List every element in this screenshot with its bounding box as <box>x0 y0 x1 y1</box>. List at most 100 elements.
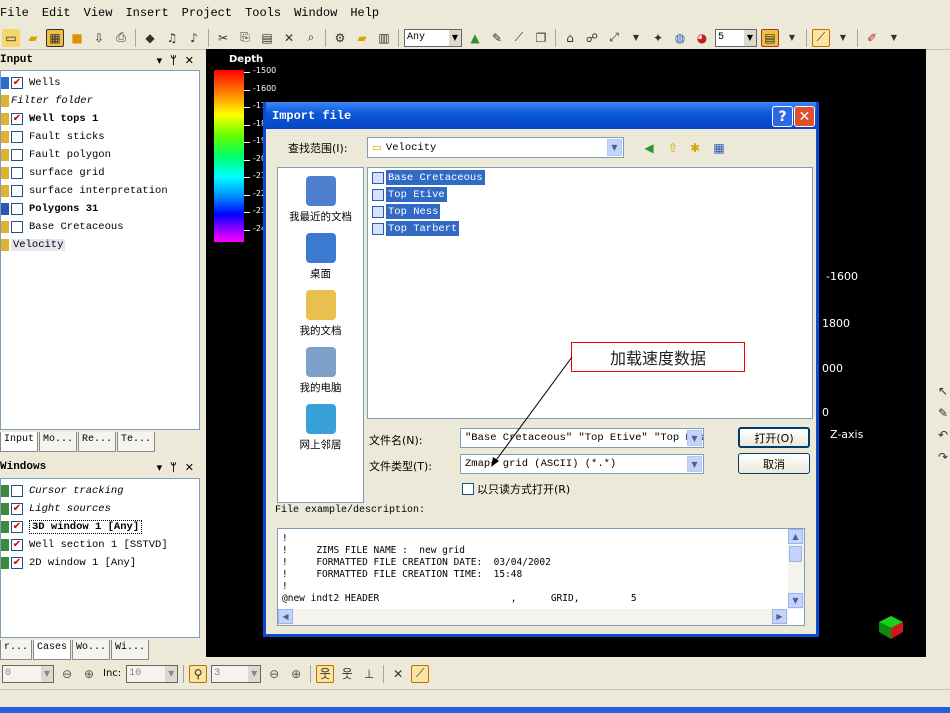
panel-tab[interactable]: Cases <box>33 640 72 660</box>
panel-tab[interactable]: Te... <box>117 432 156 452</box>
window-item[interactable]: ✔ 2D window 1 [Any] <box>1 554 136 571</box>
step-field[interactable]: 3 ▼ <box>211 664 262 683</box>
window-item[interactable]: ✔ 3D window 1 [Any] <box>1 518 143 535</box>
tree-item[interactable]: ✔ Well tops 1 <box>1 110 98 127</box>
file-list[interactable]: Base Cretaceous Top Etive Top Ness Top Tarb… <box>367 167 813 419</box>
open-button[interactable]: 打开(O) <box>738 427 810 448</box>
visibility-checkbox[interactable]: ✔ <box>11 112 23 125</box>
new-folder-icon[interactable]: ✱ <box>686 139 704 157</box>
panel-tab[interactable]: Mo... <box>39 432 78 452</box>
scroll-left-icon[interactable]: ◀ <box>278 609 293 624</box>
panel-tab[interactable]: Wi... <box>111 640 150 660</box>
place-item[interactable]: 我的电脑 <box>278 347 363 395</box>
close-icon[interactable]: ✕ <box>794 106 815 127</box>
readonly-checkbox[interactable] <box>462 483 474 495</box>
filetype-select[interactable]: Zmap+ grid (ASCII) (*.*) ▼ <box>460 454 704 474</box>
sound-icon[interactable]: ♫ <box>163 29 181 47</box>
import-icon[interactable]: ⇩ <box>90 29 108 47</box>
up-folder-icon[interactable]: ⇧ <box>664 139 682 157</box>
close-icon[interactable]: ✕ <box>185 54 194 67</box>
axis-icon[interactable]: ⤢ <box>605 29 623 47</box>
person2-icon[interactable]: 웃 <box>338 665 356 683</box>
copy-icon[interactable]: ⎘ <box>236 29 254 47</box>
tree-item[interactable]: Base Cretaceous <box>1 218 124 235</box>
pin-icon[interactable]: ᛘ <box>170 54 177 67</box>
visibility-checkbox[interactable] <box>11 166 23 179</box>
domain-select[interactable]: Any ▼ <box>404 28 462 47</box>
visibility-checkbox[interactable] <box>11 184 23 197</box>
visibility-checkbox[interactable] <box>11 130 23 143</box>
menu-window[interactable]: Window <box>294 6 337 20</box>
visibility-checkbox[interactable]: ✔ <box>11 76 23 89</box>
visibility-checkbox[interactable]: ✔ <box>11 520 23 533</box>
menu-tools[interactable]: Tools <box>245 6 281 20</box>
person-icon[interactable]: 웃 <box>316 664 335 683</box>
view-menu-icon[interactable]: ▦ <box>710 139 728 157</box>
window-item[interactable]: ✔ Light sources <box>1 500 111 517</box>
file-item[interactable]: Top Tarbert <box>372 221 460 236</box>
cancel-button[interactable]: 取消 <box>738 453 810 474</box>
measure-icon[interactable]: ⊥ <box>360 665 378 683</box>
place-item[interactable]: 桌面 <box>278 233 363 281</box>
walk-icon[interactable]: ⚲ <box>189 664 208 683</box>
scroll-thumb[interactable] <box>789 546 802 562</box>
plot-icon[interactable]: ⟋ <box>411 664 430 683</box>
table-icon[interactable]: ▥ <box>375 29 393 47</box>
panel-tab[interactable]: Wo... <box>72 640 111 660</box>
menu-file[interactable]: File <box>0 6 29 20</box>
horizontal-scrollbar[interactable]: ◀ ▶ <box>278 609 788 625</box>
edit-icon[interactable]: ✎ <box>488 29 506 47</box>
window-item[interactable]: ✔ Well section 1 [SSTVD] <box>1 536 168 553</box>
home-icon[interactable]: ⌂ <box>561 29 579 47</box>
place-item[interactable]: 我最近的文档 <box>278 176 363 224</box>
select-icon[interactable]: ↖ <box>934 382 950 400</box>
menu-edit[interactable]: Edit <box>42 6 71 20</box>
plus-icon[interactable]: ⊕ <box>80 665 98 683</box>
filename-input[interactable]: "Base Cretaceous" "Top Etive" "Top Ness"… <box>460 428 704 448</box>
tools-icon[interactable]: ✕ <box>389 665 407 683</box>
tree-item[interactable]: ✔ Wells <box>1 74 61 91</box>
dropdown-icon[interactable]: ▾ <box>157 461 163 474</box>
chevron-down-icon[interactable]: ▼ <box>783 29 801 47</box>
count-select[interactable]: 5 ▼ <box>715 28 757 47</box>
delete-icon[interactable]: ✕ <box>280 29 298 47</box>
pin-icon[interactable]: ᛘ <box>170 461 177 474</box>
find-icon[interactable]: ⌕ <box>302 29 320 47</box>
visibility-checkbox[interactable] <box>11 202 23 215</box>
menu-insert[interactable]: Insert <box>125 6 168 20</box>
open-icon[interactable]: ▦ <box>46 28 64 47</box>
tree-item[interactable]: Fault polygon <box>1 146 111 163</box>
file-item[interactable]: Top Etive <box>372 187 447 202</box>
tree-item[interactable]: surface interpretation <box>1 182 168 199</box>
scroll-down-icon[interactable]: ▼ <box>788 593 803 608</box>
minus-icon[interactable]: ⊖ <box>265 665 283 683</box>
close-icon[interactable]: ✕ <box>185 461 194 474</box>
frame-field[interactable]: 0 ▼ <box>2 664 54 683</box>
print-icon[interactable]: ⎙ <box>112 29 130 47</box>
menu-view[interactable]: View <box>84 6 113 20</box>
scroll-up-icon[interactable]: ▲ <box>788 529 803 544</box>
settings-icon[interactable]: ⚙ <box>331 29 349 47</box>
chevron-down-icon[interactable]: ▼ <box>834 29 852 47</box>
cut-icon[interactable]: ✂ <box>214 29 232 47</box>
minus-icon[interactable]: ⊖ <box>58 665 76 683</box>
tree-item[interactable]: Polygons 31 <box>1 200 98 217</box>
dropdown-icon[interactable]: ▾ <box>157 54 163 67</box>
new-project-icon[interactable]: ▭ <box>2 28 20 47</box>
edit-icon[interactable]: ✎ <box>934 404 950 422</box>
visibility-checkbox[interactable] <box>11 220 23 233</box>
pie-icon[interactable]: ◕ <box>693 29 711 47</box>
nav-icon[interactable]: ◆ <box>141 29 159 47</box>
chart-icon[interactable]: ⟋ <box>812 28 830 47</box>
orientation-cube-icon[interactable] <box>876 612 906 640</box>
file-item[interactable]: Top Ness <box>372 204 441 219</box>
ruler-icon[interactable]: ⟋ <box>510 29 528 47</box>
folder-icon[interactable]: ▰ <box>353 29 371 47</box>
visibility-checkbox[interactable]: ✔ <box>11 502 23 515</box>
vertical-scrollbar[interactable]: ▲ ▼ <box>788 529 804 609</box>
readonly-option[interactable]: 以只读方式打开(R) <box>462 481 570 497</box>
layout-icon[interactable]: ▤ <box>761 28 779 47</box>
scroll-right-icon[interactable]: ▶ <box>772 609 787 624</box>
visibility-checkbox[interactable]: ✔ <box>11 538 23 551</box>
tree-item[interactable]: Filter folder <box>1 92 93 109</box>
